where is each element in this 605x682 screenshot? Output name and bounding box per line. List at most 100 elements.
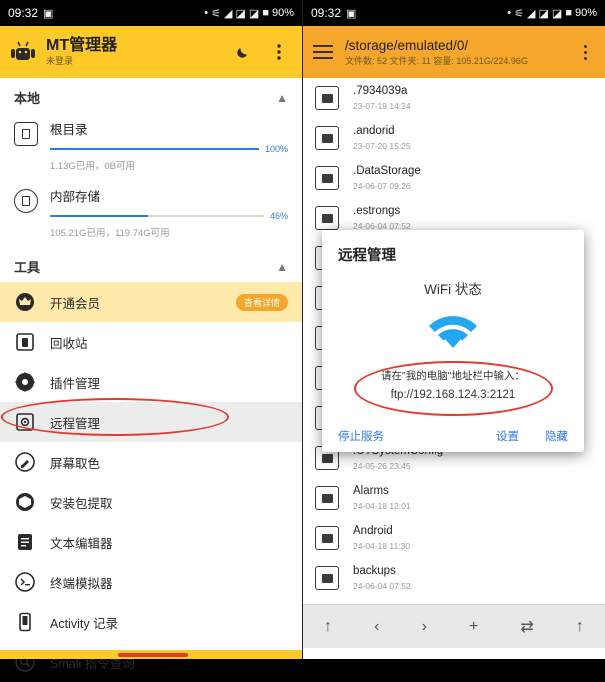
terminal-icon (14, 571, 36, 593)
section-title-local: 本地 (14, 91, 41, 106)
dialog-hint-text: 请在"我的电脑"地址栏中输入： (381, 370, 525, 382)
folder-icon (315, 86, 339, 110)
signal-icon: ◪ (538, 7, 549, 20)
chevron-up-icon[interactable]: ▲ (276, 260, 288, 274)
remote-management-dialog: 远程管理 WiFi 状态 请在"我的电脑"地址栏中输入： ftp://192.1… (322, 230, 584, 452)
storage-row-internal[interactable]: 内部存储 46% 105.21G已用，119.74G可用 (0, 180, 302, 247)
list-item[interactable]: Android 24-04-18 11:30 (303, 518, 605, 558)
settings-button[interactable]: 设置 (496, 428, 519, 444)
moon-icon[interactable] (230, 39, 256, 65)
file-name: Alarms (353, 484, 389, 497)
bottom-toolbar: ↑ ‹ › + ⇄ ↑ (303, 604, 605, 648)
eyedropper-icon (14, 451, 36, 473)
sidebar-item-label: 文本编辑器 (50, 536, 113, 551)
dot-icon: • (204, 7, 209, 19)
sidebar-item-plugin[interactable]: 插件管理 (0, 362, 302, 402)
sidebar-item-smali-query[interactable]: Smali 指令查询 (0, 642, 302, 682)
status-bar-left: 09:32 ▣ • ⚟ ◢ ◪ ◪ ■ 90% (0, 0, 302, 26)
file-date: 24-04-18 11:30 (353, 541, 411, 552)
plugin-icon (14, 371, 36, 393)
sidebar-item-activity-log[interactable]: Activity 记录 (0, 602, 302, 642)
sidebar-item-screen-color-picker[interactable]: 屏幕取色 (0, 442, 302, 482)
breadcrumb[interactable]: /storage/emulated/0/ (345, 38, 563, 54)
stop-service-button[interactable]: 停止服务 (338, 428, 384, 444)
status-time: 09:32 (8, 6, 39, 20)
chevron-right-icon[interactable]: › (422, 618, 427, 636)
navigation-pill (118, 653, 188, 657)
file-manager-app-bar: /storage/emulated/0/ 文件数: 52 文件夹: 11 容量:… (303, 26, 605, 78)
storage-info-root: 根目录 100% 1.13G已用，0B可用 (50, 119, 288, 172)
folder-stats: 文件数: 52 文件夹: 11 容量: 105.21G/224.96G (345, 56, 528, 67)
list-item[interactable]: .7934039a 23-07-19 14:24 (303, 78, 605, 118)
battery-icon: ■ (262, 7, 269, 19)
sdcard-icon (14, 189, 38, 213)
section-header-local[interactable]: 本地 ▲ (0, 78, 302, 113)
list-item-texts: .DataStorage 24-06-07 09:26 (353, 165, 421, 192)
file-name: backups (353, 564, 396, 577)
progress-percent: 46% (269, 211, 288, 221)
sidebar-item-recycle-bin[interactable]: 回收站 (0, 322, 302, 362)
section-header-tools[interactable]: 工具 ▲ (0, 247, 302, 282)
storage-name: 根目录 (50, 123, 88, 137)
storage-detail: 1.13G已用，0B可用 (50, 161, 135, 172)
bluetooth-icon: ⚟ (211, 7, 222, 20)
sidebar-item-label: 屏幕取色 (50, 456, 101, 471)
chevron-left-icon[interactable]: ‹ (374, 618, 379, 636)
list-item[interactable]: .andorid 23-07-20 15:25 (303, 118, 605, 158)
storage-row-root[interactable]: 根目录 100% 1.13G已用，0B可用 (0, 113, 302, 180)
storage-detail: 105.21G已用，119.74G可用 (50, 228, 170, 239)
list-item[interactable]: backups 24-06-04 07:52 (303, 558, 605, 598)
folder-icon (315, 166, 339, 190)
dialog-actions: 停止服务 设置 隐藏 (322, 428, 584, 444)
hide-button[interactable]: 隐藏 (545, 428, 568, 444)
sidebar-item-label: 回收站 (50, 336, 88, 351)
file-date: 23-07-19 14:24 (353, 101, 411, 112)
status-bar-right: 09:32 ▣ • ⚟ ◢ ◪ ◪ ■ 90% (303, 0, 605, 26)
folder-icon (315, 126, 339, 150)
dual-screenshot-container: 09:32 ▣ • ⚟ ◢ ◪ ◪ ■ 90% MT管理器 未登录 本地 ▲ 根… (0, 0, 605, 672)
arrow-up-icon-2[interactable]: ↑ (576, 618, 584, 636)
wifi-icon: ◢ (224, 7, 233, 20)
recycle-bin-icon (14, 331, 36, 353)
list-item[interactable]: .DataStorage 24-06-07 09:26 (303, 158, 605, 198)
storage-bar-wrap: 46% (50, 211, 288, 221)
status-bar-right-group: • ⚟ ◢ ◪ ◪ ■ 90% (507, 7, 597, 20)
storage-bar-wrap: 100% (50, 144, 288, 154)
vip-detail-badge[interactable]: 查看详情 (235, 293, 288, 311)
ftp-address[interactable]: ftp://192.168.124.3:2121 (322, 389, 584, 401)
storage-name: 内部存储 (50, 190, 101, 204)
sidebar-item-terminal[interactable]: 终端模拟器 (0, 562, 302, 602)
list-item-texts: Alarms 24-04-18 12:01 (353, 485, 411, 512)
hamburger-menu-icon[interactable] (313, 45, 333, 59)
sidebar-item-label: Activity 记录 (50, 616, 119, 631)
sidebar-item-remote-management[interactable]: 远程管理 (0, 398, 302, 442)
dot-icon: • (507, 7, 512, 19)
overflow-menu-icon[interactable] (575, 44, 595, 60)
wifi-icon-wrap (322, 310, 584, 356)
list-item-texts: Android 24-04-18 11:30 (353, 525, 410, 552)
file-manager-titles: /storage/emulated/0/ 文件数: 52 文件夹: 11 容量:… (345, 38, 563, 67)
camera-icon: ▣ (346, 7, 357, 20)
sidebar-item-label: 远程管理 (50, 416, 101, 431)
remote-icon (14, 411, 36, 433)
file-name: .DataStorage (353, 164, 421, 177)
swap-icon[interactable]: ⇄ (520, 617, 533, 637)
app-bar-titles: MT管理器 未登录 (46, 37, 220, 66)
dialog-title: 远程管理 (338, 248, 396, 264)
status-bar-left-group: 09:32 ▣ (8, 6, 53, 20)
status-time: 09:32 (311, 6, 342, 20)
sidebar-item-apk-extract[interactable]: 安装包提取 (0, 482, 302, 522)
signal-icon-2: ◪ (248, 7, 260, 20)
list-item-texts: backups 24-06-04 07:52 (353, 565, 411, 592)
overflow-menu-icon[interactable] (266, 39, 292, 65)
plus-icon[interactable]: + (469, 618, 478, 636)
wifi-icon: ◢ (527, 7, 536, 20)
sidebar-item-text-editor[interactable]: 文本编辑器 (0, 522, 302, 562)
file-date: 24-06-04 07:52 (353, 581, 411, 592)
bluetooth-icon: ⚟ (514, 7, 525, 20)
chevron-up-icon[interactable]: ▲ (276, 91, 288, 105)
list-item[interactable]: Alarms 24-04-18 12:01 (303, 478, 605, 518)
sidebar-item-vip[interactable]: 开通会员 查看详情 (0, 282, 302, 322)
status-bar-left-group: 09:32 ▣ (311, 6, 356, 20)
arrow-up-icon[interactable]: ↑ (324, 618, 332, 636)
